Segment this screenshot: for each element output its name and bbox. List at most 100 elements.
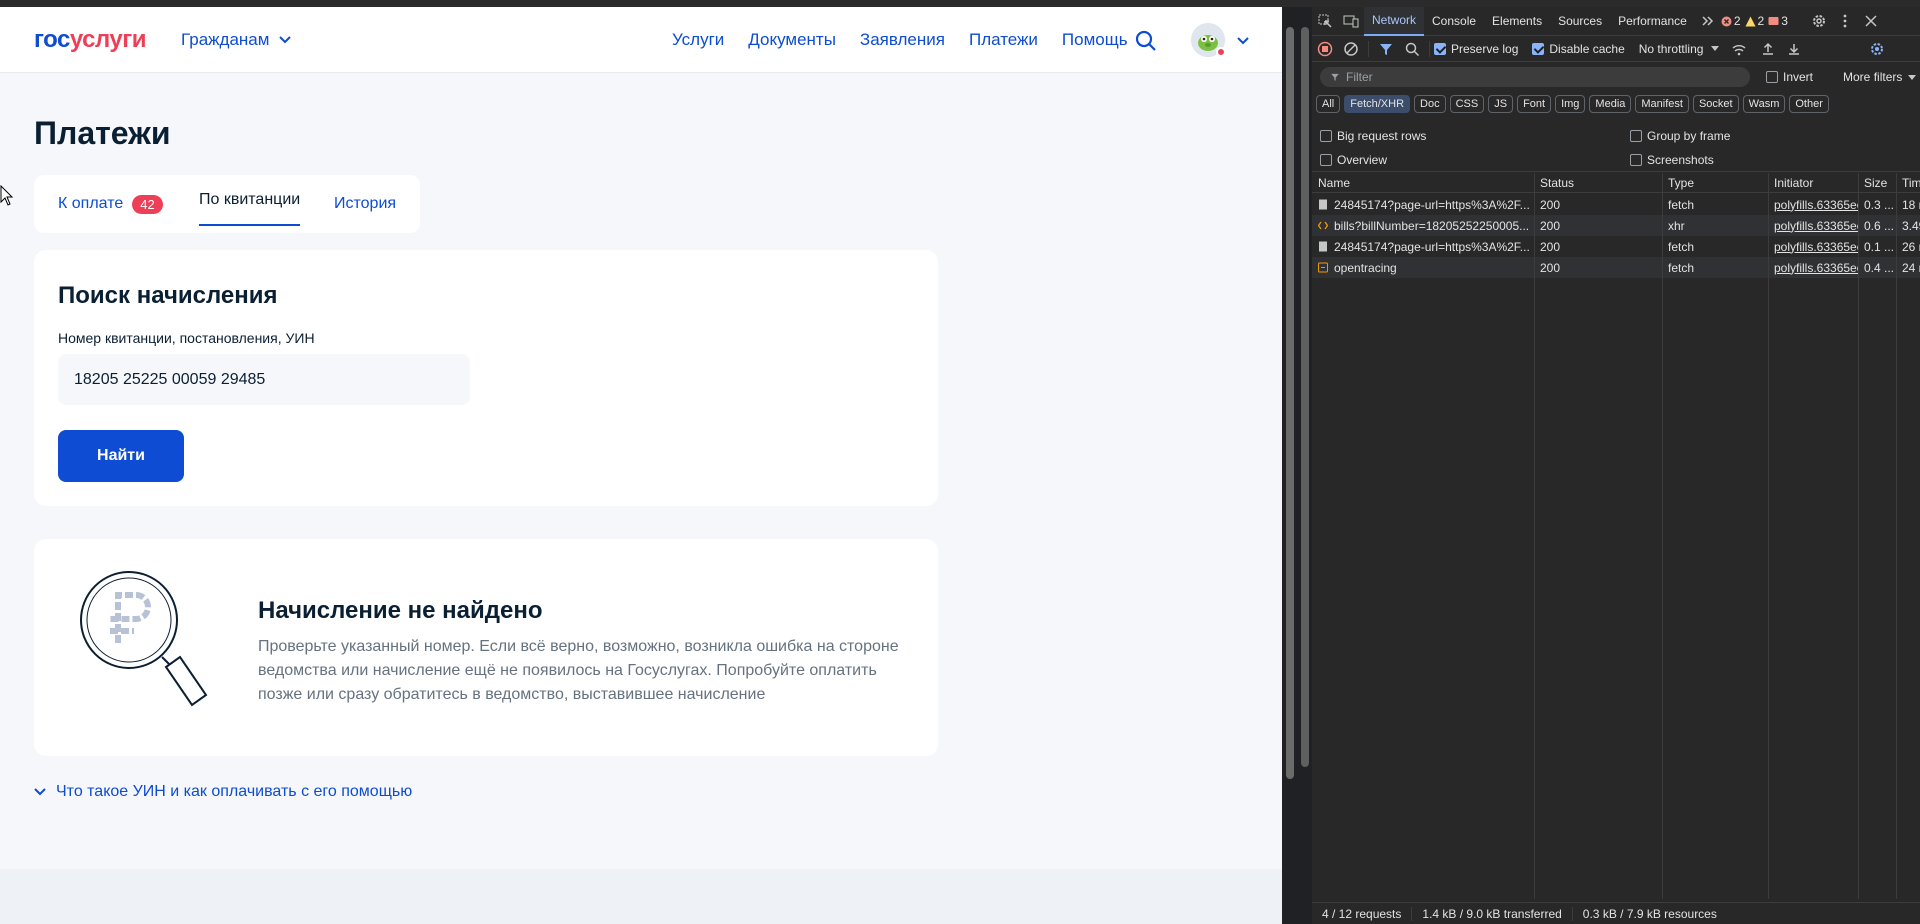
options-row-1: Big request rows Group by frame: [1312, 124, 1920, 148]
table-row[interactable]: opentracing 200 fetch polyfills.63365ec …: [1312, 257, 1920, 278]
clear-icon[interactable]: [1343, 41, 1359, 57]
type-filter-manifest[interactable]: Manifest: [1635, 95, 1689, 113]
close-icon[interactable]: [1863, 13, 1879, 29]
gosuslugi-logo[interactable]: госуслуги: [34, 26, 147, 54]
type-filter-js[interactable]: JS: [1488, 95, 1514, 113]
column-divider[interactable]: [1534, 173, 1535, 899]
kebab-menu-icon[interactable]: [1837, 13, 1853, 29]
table-row[interactable]: bills?billNumber=18205252250005... 200 x…: [1312, 215, 1920, 236]
type-filter-media[interactable]: Media: [1589, 95, 1632, 113]
main-nav: Услуги Документы Заявления Платежи Помощ…: [672, 30, 1128, 50]
more-tabs-icon[interactable]: [1700, 13, 1716, 29]
devtools-tab-network[interactable]: Network: [1364, 6, 1425, 36]
col-header-name[interactable]: Name: [1312, 173, 1534, 192]
search-icon[interactable]: [1134, 29, 1158, 53]
issues-icon: [1768, 16, 1779, 25]
request-initiator[interactable]: polyfills.63365ec: [1768, 257, 1858, 278]
nav-help[interactable]: Помощь: [1062, 30, 1128, 50]
devtools-tab-console[interactable]: Console: [1424, 7, 1484, 36]
notification-dot: [1216, 47, 1226, 57]
type-filter-font[interactable]: Font: [1517, 95, 1552, 113]
devtools-scrollbar[interactable]: [1298, 7, 1312, 924]
screenshots-checkbox[interactable]: [1630, 153, 1642, 166]
type-filter-wasm[interactable]: Wasm: [1742, 95, 1786, 113]
type-filter-css[interactable]: CSS: [1449, 95, 1485, 113]
issues-count[interactable]: 3: [1781, 14, 1788, 28]
invert-checkbox[interactable]: [1766, 71, 1778, 83]
type-filter-all[interactable]: All: [1316, 95, 1341, 113]
xhr-icon: [1318, 221, 1328, 230]
group-by-frame-checkbox[interactable]: [1630, 130, 1642, 142]
resources-size: 0.3 kB / 7.9 kB resources: [1582, 906, 1717, 921]
tab-to-pay[interactable]: К оплате 42: [58, 175, 163, 233]
search-icon[interactable]: [1404, 41, 1420, 57]
devtools-tab-elements[interactable]: Elements: [1484, 7, 1550, 36]
logo-part1: гос: [34, 26, 70, 53]
network-conditions-icon[interactable]: [1731, 41, 1747, 57]
col-header-status[interactable]: Status: [1534, 173, 1662, 192]
nav-services[interactable]: Услуги: [672, 30, 724, 50]
nav-documents[interactable]: Документы: [748, 30, 836, 50]
uin-input[interactable]: [58, 354, 470, 405]
type-filter-fetch-xhr[interactable]: Fetch/XHR: [1344, 95, 1411, 113]
download-icon[interactable]: [1786, 41, 1802, 57]
inspect-element-icon[interactable]: [1317, 13, 1333, 29]
throttling-select[interactable]: No throttling: [1639, 42, 1704, 56]
big-rows-checkbox[interactable]: [1320, 130, 1332, 142]
more-filters-button[interactable]: More filters: [1843, 70, 1902, 84]
gear-icon[interactable]: [1811, 13, 1827, 29]
col-header-time[interactable]: Time: [1896, 173, 1920, 192]
col-header-type[interactable]: Type: [1662, 173, 1768, 192]
group-by-frame-option[interactable]: Group by frame: [1630, 129, 1730, 143]
request-status: 200: [1540, 218, 1561, 233]
column-divider[interactable]: [1896, 173, 1897, 899]
table-row[interactable]: 24845174?page-url=https%3A%2F... 200 fet…: [1312, 236, 1920, 257]
page: госуслуги Гражданам Услуги Документы Зая…: [0, 7, 1282, 924]
overview-checkbox[interactable]: [1320, 153, 1332, 166]
request-initiator[interactable]: polyfills.63365ec: [1768, 194, 1858, 215]
citizens-menu[interactable]: Гражданам: [181, 30, 292, 50]
col-header-initiator[interactable]: Initiator: [1768, 173, 1858, 192]
find-button[interactable]: Найти: [58, 430, 184, 482]
page-scrollbar-thumb[interactable]: [1286, 27, 1294, 779]
page-scrollbar[interactable]: [1282, 7, 1298, 924]
devtools-tab-sources[interactable]: Sources: [1550, 7, 1610, 36]
avatar[interactable]: [1191, 23, 1226, 57]
tab-by-receipt[interactable]: По квитанции: [199, 175, 301, 226]
tab-history[interactable]: История: [334, 175, 396, 233]
preserve-log-checkbox[interactable]: [1434, 42, 1446, 55]
type-filter-socket[interactable]: Socket: [1692, 95, 1739, 113]
column-divider[interactable]: [1858, 173, 1859, 899]
chevron-down-icon[interactable]: [1236, 34, 1250, 48]
network-settings-gear-icon[interactable]: [1869, 41, 1885, 57]
request-initiator[interactable]: polyfills.63365ec: [1768, 215, 1858, 236]
error-count[interactable]: 2: [1734, 14, 1741, 28]
big-rows-option[interactable]: Big request rows: [1320, 129, 1426, 143]
col-header-size[interactable]: Size: [1858, 173, 1896, 192]
device-toolbar-icon[interactable]: [1343, 13, 1359, 29]
type-filter-other[interactable]: Other: [1789, 95, 1829, 113]
screenshots-option[interactable]: Screenshots: [1630, 153, 1714, 167]
column-divider[interactable]: [1662, 173, 1663, 899]
warning-count[interactable]: 2: [1758, 14, 1765, 28]
record-stop-icon[interactable]: [1317, 41, 1333, 57]
overview-option[interactable]: Overview: [1320, 153, 1387, 167]
filter-input[interactable]: Filter: [1320, 67, 1750, 87]
chevron-down-icon: [34, 788, 46, 796]
request-initiator[interactable]: polyfills.63365ec: [1768, 236, 1858, 257]
filter-row: Filter Invert More filters: [1312, 64, 1920, 90]
type-filter-doc[interactable]: Doc: [1414, 95, 1446, 113]
filter-icon[interactable]: [1378, 41, 1394, 57]
type-filter-img[interactable]: Img: [1555, 95, 1586, 113]
upload-icon[interactable]: [1760, 41, 1776, 57]
nav-applications[interactable]: Заявления: [860, 30, 945, 50]
request-name-text: 24845174?page-url=https%3A%2F...: [1334, 239, 1530, 254]
devtools-tab-performance[interactable]: Performance: [1610, 7, 1695, 36]
nav-payments[interactable]: Платежи: [969, 30, 1038, 50]
table-row[interactable]: 24845174?page-url=https%3A%2F... 200 fet…: [1312, 194, 1920, 215]
disable-cache-checkbox[interactable]: [1532, 42, 1545, 55]
request-type: xhr: [1668, 218, 1685, 233]
column-divider[interactable]: [1768, 173, 1769, 899]
uin-faq-toggle[interactable]: Что такое УИН и как оплачивать с его пом…: [34, 783, 412, 801]
devtools-scrollbar-thumb[interactable]: [1301, 27, 1309, 767]
